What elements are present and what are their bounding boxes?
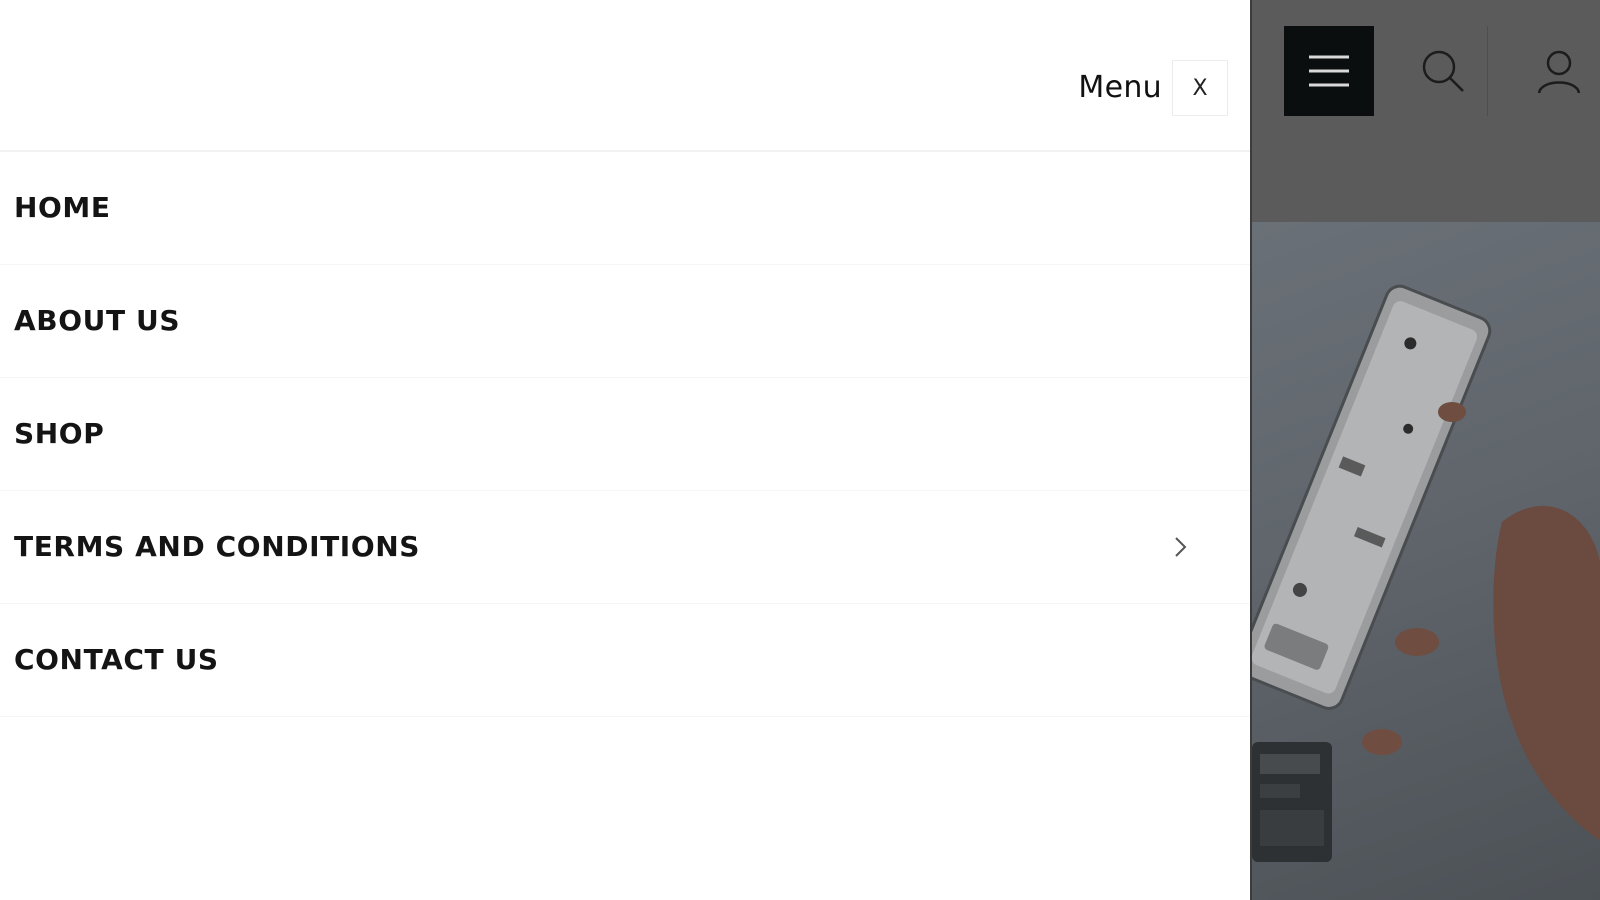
- nav-item-label: SHOP: [14, 417, 105, 450]
- hamburger-icon: [1309, 55, 1349, 87]
- nav-item-terms-and-conditions[interactable]: TERMS AND CONDITIONS: [0, 491, 1250, 604]
- drawer-title: Menu: [1078, 70, 1162, 105]
- nav-item-label: TERMS AND CONDITIONS: [14, 530, 421, 563]
- nav-item-home[interactable]: HOME: [0, 152, 1250, 265]
- nav-item-label: CONTACT US: [14, 643, 219, 676]
- hero-image: [1252, 222, 1600, 900]
- nav-item-shop[interactable]: SHOP: [0, 378, 1250, 491]
- hamburger-menu-button[interactable]: [1284, 26, 1374, 116]
- phone-repair-illustration: [1252, 284, 1600, 862]
- side-menu-drawer: Menu X HOME ABOUT US SHOP TERMS AND COND…: [0, 0, 1250, 900]
- close-menu-button[interactable]: X: [1172, 60, 1228, 116]
- nav-item-contact-us[interactable]: CONTACT US: [0, 604, 1250, 717]
- nav-item-label: ABOUT US: [14, 304, 181, 337]
- account-button[interactable]: [1514, 26, 1600, 116]
- search-icon: [1422, 50, 1464, 92]
- chevron-right-icon[interactable]: [1170, 530, 1192, 564]
- search-button[interactable]: [1398, 26, 1488, 116]
- user-icon: [1537, 50, 1580, 94]
- nav-item-label: HOME: [14, 191, 111, 224]
- page-overlay[interactable]: [1250, 0, 1600, 900]
- drawer-header: Menu X: [0, 0, 1250, 152]
- nav-list: HOME ABOUT US SHOP TERMS AND CONDITIONS …: [0, 152, 1250, 717]
- nav-item-about-us[interactable]: ABOUT US: [0, 265, 1250, 378]
